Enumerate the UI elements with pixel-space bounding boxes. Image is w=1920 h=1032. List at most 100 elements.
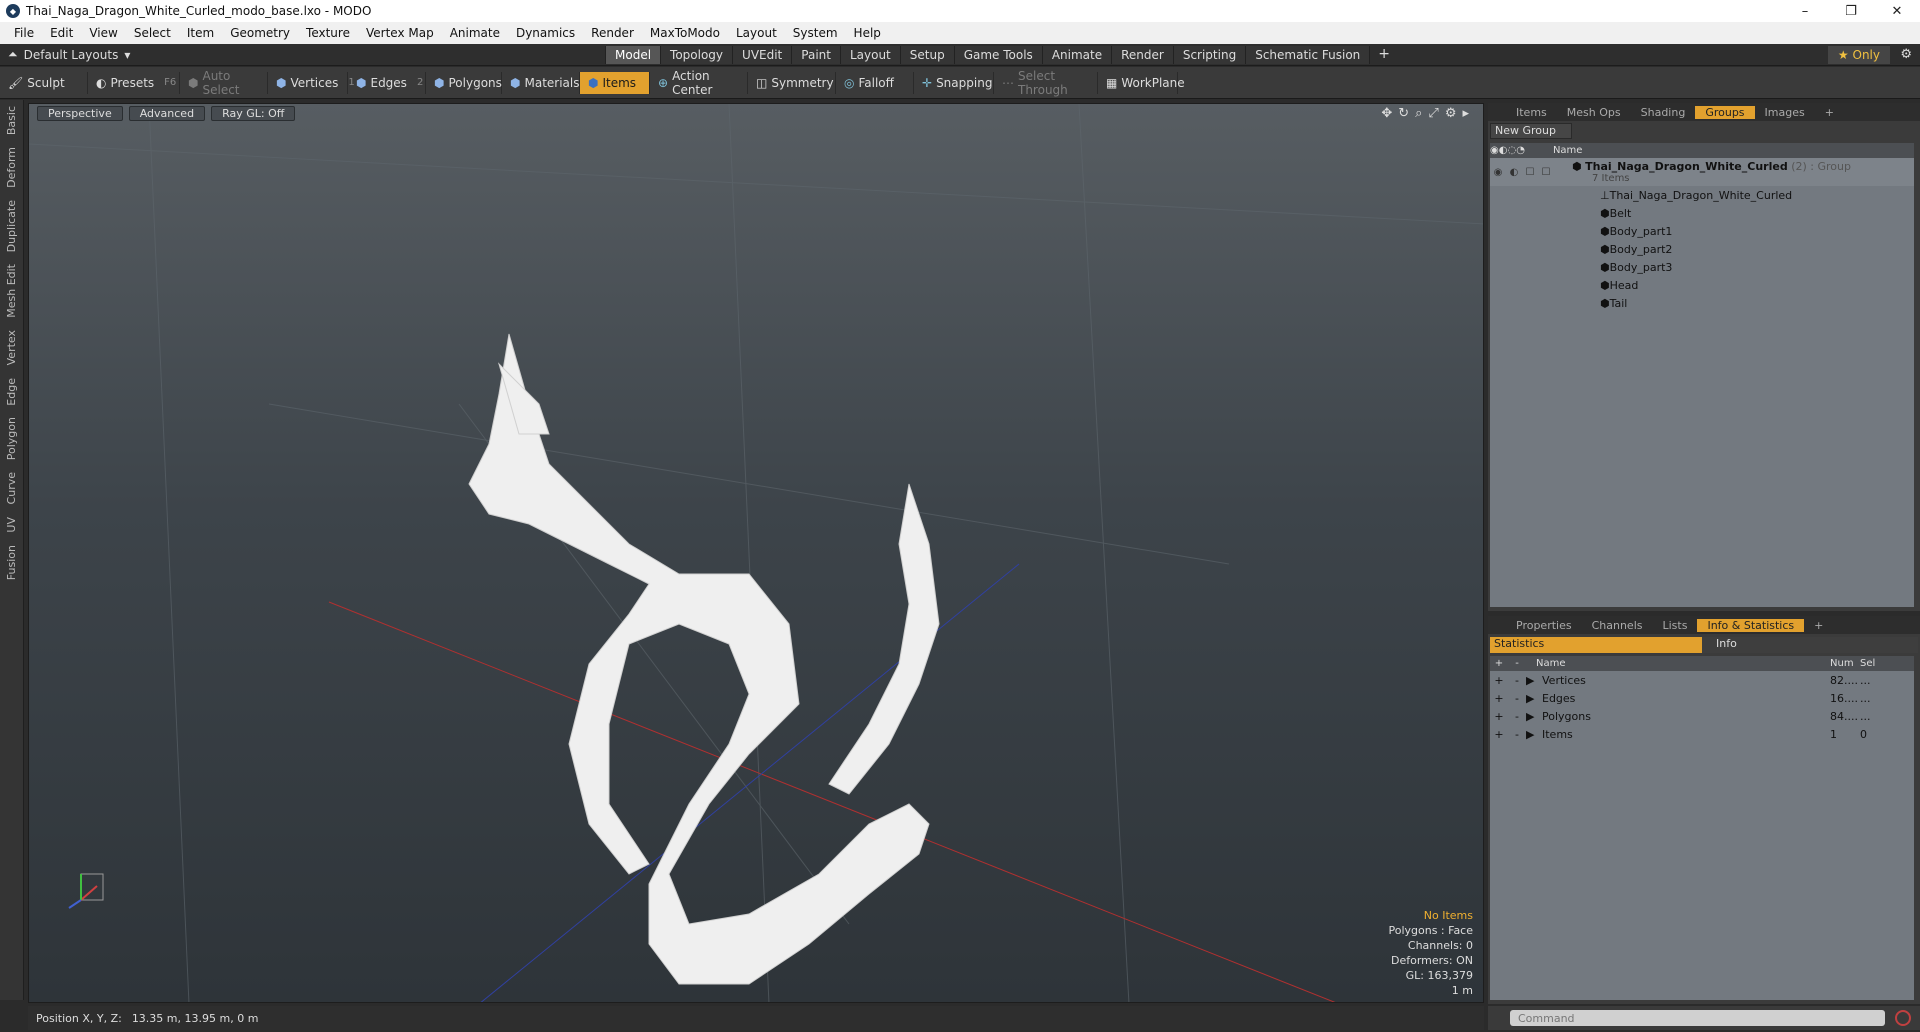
record-macro-icon[interactable] [1895, 1010, 1911, 1026]
menu-item[interactable]: Item [179, 26, 222, 40]
menu-select[interactable]: Select [126, 26, 179, 40]
tab-game-tools[interactable]: Game Tools [953, 46, 1042, 64]
group-row[interactable]: ◉ ◐ ☐ ☐ ⬢ Thai_Naga_Dragon_White_Curled … [1490, 158, 1914, 186]
tab-items[interactable]: Items [1506, 106, 1557, 119]
tab-setup[interactable]: Setup [899, 46, 954, 64]
rotate-view-icon[interactable]: ↻ [1398, 106, 1409, 121]
auto-select-button[interactable]: ⬢ Auto Select [180, 69, 268, 97]
items-button[interactable]: ⬢ Items [580, 71, 650, 94]
action-center-button[interactable]: ⊕ Action Center [650, 69, 748, 97]
menu-texture[interactable]: Texture [298, 26, 358, 40]
list-item[interactable]: ⊥ Thai_Naga_Dragon_White_Curled [1490, 186, 1914, 204]
list-item[interactable]: ⬢ Tail [1490, 294, 1914, 312]
polygons-button[interactable]: ⬢ Polygons [426, 71, 502, 94]
tab-info-statistics[interactable]: Info & Statistics [1697, 618, 1805, 632]
maximize-button[interactable]: ❐ [1828, 0, 1874, 22]
expand-arrow-icon[interactable]: ▸ [1462, 106, 1469, 121]
remove-icon[interactable]: - [1508, 728, 1526, 741]
list-item[interactable]: ⬢ Body_part2 [1490, 240, 1914, 258]
tab-render[interactable]: Render [1111, 46, 1173, 64]
tab-uvedit[interactable]: UVEdit [732, 46, 792, 64]
materials-button[interactable]: ⬢ Materials [502, 71, 580, 94]
menu-file[interactable]: File [6, 26, 42, 40]
expand-triangle-icon[interactable]: ▶ [1526, 710, 1542, 723]
remove-icon[interactable]: - [1508, 674, 1526, 687]
tab-groups[interactable]: Groups [1695, 105, 1755, 119]
menu-render[interactable]: Render [583, 26, 642, 40]
remove-icon[interactable]: - [1508, 710, 1526, 723]
table-row[interactable]: + - ▶ Items 1 0 [1490, 725, 1914, 743]
table-row[interactable]: + - ▶ Polygons 84.... ... [1490, 707, 1914, 725]
left-tab-edge[interactable]: Edge [0, 372, 23, 412]
only-toggle[interactable]: ★ Only [1827, 46, 1890, 64]
left-tab-basic[interactable]: Basic [0, 100, 23, 141]
left-tab-fusion[interactable]: Fusion [0, 539, 23, 586]
table-row[interactable]: + - ▶ Edges 16.... ... [1490, 689, 1914, 707]
menu-system[interactable]: System [785, 26, 846, 40]
left-tab-duplicate[interactable]: Duplicate [0, 194, 23, 258]
vertices-button[interactable]: ⬢ Vertices 1 [268, 71, 355, 94]
zoom-icon[interactable]: ⌕ [1415, 106, 1422, 121]
command-input[interactable]: Command [1510, 1010, 1885, 1026]
perspective-button[interactable]: Perspective [37, 105, 123, 121]
expand-triangle-icon[interactable]: ▶ [1526, 692, 1542, 705]
close-button[interactable]: ✕ [1874, 0, 1920, 22]
menu-vertex-map[interactable]: Vertex Map [358, 26, 442, 40]
chevron-down-icon[interactable]: ▾ [124, 48, 130, 62]
left-tab-deform[interactable]: Deform [0, 141, 23, 194]
select-box-icon[interactable]: ☐ [1538, 167, 1554, 178]
subtab-info[interactable]: Info [1702, 637, 1918, 653]
add-icon[interactable]: + [1490, 674, 1508, 687]
remove-icon[interactable]: - [1508, 692, 1526, 705]
fit-view-icon[interactable]: ⤢ [1428, 106, 1438, 121]
tab-layout[interactable]: Layout [839, 46, 900, 64]
list-item[interactable]: ⬢ Body_part3 [1490, 258, 1914, 276]
add-icon[interactable]: + [1490, 728, 1508, 741]
menu-edit[interactable]: Edit [42, 26, 81, 40]
add-panel-tab-icon[interactable]: + [1804, 619, 1833, 632]
tab-images[interactable]: Images [1755, 106, 1815, 119]
tab-scripting[interactable]: Scripting [1172, 46, 1246, 64]
left-tab-uv[interactable]: UV [0, 511, 23, 539]
raygl-button[interactable]: Ray GL: Off [211, 105, 296, 121]
lock-box-icon[interactable]: ☐ [1522, 167, 1538, 178]
collapse-all-icon[interactable]: - [1508, 658, 1526, 669]
move-view-icon[interactable]: ✥ [1381, 106, 1392, 121]
falloff-button[interactable]: ◎ Falloff [836, 71, 914, 94]
menu-help[interactable]: Help [846, 26, 889, 40]
new-group-button[interactable]: New Group [1490, 123, 1572, 139]
workplane-button[interactable]: ▦ WorkPlane [1098, 71, 1185, 94]
tab-properties[interactable]: Properties [1506, 619, 1582, 632]
list-item[interactable]: ⬢ Head [1490, 276, 1914, 294]
menu-animate[interactable]: Animate [442, 26, 508, 40]
list-item[interactable]: ⬢ Belt [1490, 204, 1914, 222]
tab-channels[interactable]: Channels [1582, 619, 1653, 632]
shading-button[interactable]: Advanced [128, 105, 206, 121]
presets-button[interactable]: ◐ Presets F6 [88, 71, 180, 94]
left-tab-mesh-edit[interactable]: Mesh Edit [0, 258, 23, 324]
add-tab-icon[interactable]: + [1369, 46, 1398, 64]
layout-selector[interactable]: Default Layouts [24, 48, 119, 62]
menu-view[interactable]: View [81, 26, 125, 40]
table-row[interactable]: + - ▶ Vertices 82.... ... [1490, 671, 1914, 689]
tab-mesh-ops[interactable]: Mesh Ops [1557, 106, 1631, 119]
viewport-gear-icon[interactable]: ⚙ [1445, 106, 1457, 121]
tab-shading[interactable]: Shading [1631, 106, 1696, 119]
left-tab-curve[interactable]: Curve [0, 466, 23, 510]
render-icon[interactable]: ◐ [1506, 167, 1522, 178]
add-panel-tab-icon[interactable]: + [1815, 106, 1844, 119]
sculpt-button[interactable]: 🖌 Sculpt [0, 71, 88, 94]
expand-triangle-icon[interactable]: ▶ [1526, 674, 1542, 687]
gear-icon[interactable]: ⚙ [1900, 47, 1912, 62]
left-tab-polygon[interactable]: Polygon [0, 411, 23, 466]
add-icon[interactable]: + [1490, 710, 1508, 723]
tab-topology[interactable]: Topology [660, 46, 733, 64]
symmetry-button[interactable]: ◫ Symmetry [748, 71, 836, 94]
3d-viewport[interactable]: Perspective Advanced Ray GL: Off ✥ ↻ ⌕ ⤢… [28, 103, 1484, 1003]
minimize-button[interactable]: – [1782, 0, 1828, 22]
edges-button[interactable]: ⬢ Edges 2 [348, 71, 426, 94]
left-tab-vertex[interactable]: Vertex [0, 324, 23, 371]
tab-model[interactable]: Model [605, 46, 661, 64]
eye-icon[interactable]: ◉ [1490, 167, 1506, 178]
layout-collapse-icon[interactable]: ⏶ [8, 47, 18, 62]
